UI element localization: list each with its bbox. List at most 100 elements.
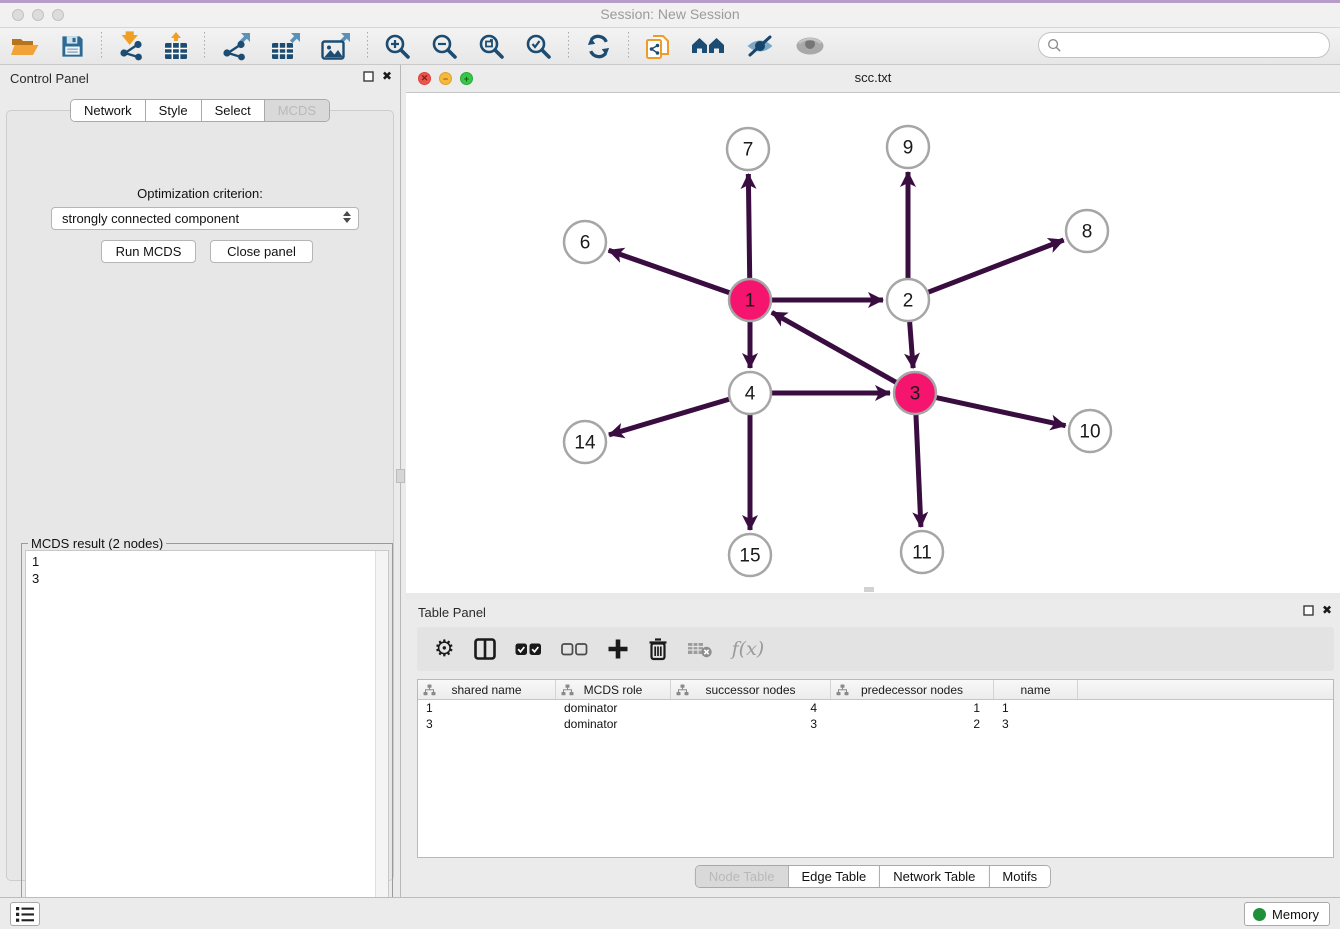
column-header-shared-name[interactable]: shared name [418, 680, 556, 699]
tab-motifs[interactable]: Motifs [988, 866, 1050, 887]
show-all-button[interactable] [785, 31, 835, 61]
table-row[interactable]: 1dominator411 [418, 700, 1333, 716]
column-header-name[interactable]: name [994, 680, 1078, 699]
close-panel-icon[interactable]: ✖ [382, 71, 392, 82]
graph-node-2[interactable]: 2 [887, 279, 929, 321]
column-header-successor-nodes[interactable]: successor nodes [671, 680, 831, 699]
column-type-icon [676, 684, 689, 696]
float-table-panel-icon[interactable] [1303, 605, 1314, 616]
export-network-button[interactable] [211, 31, 261, 61]
memory-button[interactable]: Memory [1244, 902, 1330, 926]
export-table-button[interactable] [261, 31, 311, 61]
tab-network-table[interactable]: Network Table [879, 866, 988, 887]
table-cell[interactable]: 1 [831, 700, 994, 716]
import-table-icon [164, 31, 188, 61]
tab-network[interactable]: Network [71, 100, 145, 121]
first-neighbors-button[interactable] [681, 31, 735, 61]
zoom-selected-button[interactable] [515, 31, 562, 61]
refresh-layout-button[interactable] [575, 31, 622, 61]
tab-select[interactable]: Select [201, 100, 264, 121]
mcds-result-area[interactable]: 13 [25, 550, 389, 917]
import-network-button[interactable] [108, 31, 154, 61]
table-cell[interactable]: 4 [671, 700, 831, 716]
edge-2-3[interactable] [910, 321, 914, 368]
run-mcds-button[interactable]: Run MCDS [101, 240, 196, 263]
function-builder-button[interactable]: f(x) [732, 638, 765, 660]
network-from-selection-icon [645, 32, 671, 60]
table-cell[interactable]: 3 [418, 716, 556, 732]
graph-node-15[interactable]: 15 [729, 534, 771, 576]
export-image-button[interactable] [311, 31, 361, 61]
node-label: 15 [739, 546, 760, 567]
zoom-in-button[interactable] [374, 31, 421, 61]
delete-column-button[interactable] [648, 637, 668, 661]
graph-node-3[interactable]: 3 [894, 372, 936, 414]
table-row[interactable]: 3dominator323 [418, 716, 1333, 732]
toolbar-separator [568, 32, 569, 60]
split-table-button[interactable] [474, 638, 496, 660]
criterion-dropdown[interactable]: strongly connected component [51, 207, 359, 230]
new-network-from-selection-button[interactable] [635, 31, 681, 61]
column-header-MCDS-role[interactable]: MCDS role [556, 680, 671, 699]
edge-3-11[interactable] [916, 414, 921, 527]
graph-node-11[interactable]: 11 [901, 531, 943, 573]
graph-node-10[interactable]: 10 [1069, 410, 1111, 452]
import-table-button[interactable] [154, 31, 198, 61]
select-all-rows-button[interactable] [515, 642, 542, 657]
tab-mcds[interactable]: MCDS [264, 100, 329, 121]
search-icon [1047, 38, 1062, 53]
graph-node-9[interactable]: 9 [887, 126, 929, 168]
open-session-button[interactable] [0, 31, 50, 61]
float-panel-icon[interactable] [363, 71, 374, 82]
graph-node-4[interactable]: 4 [729, 372, 771, 414]
add-column-button[interactable] [607, 638, 629, 660]
export-network-icon [221, 31, 251, 61]
table-settings-button[interactable]: ⚙ [434, 638, 455, 660]
task-history-button[interactable] [10, 902, 40, 926]
result-scrollbar[interactable] [375, 551, 388, 916]
close-table-panel-icon[interactable]: ✖ [1322, 605, 1332, 616]
deselect-all-rows-button[interactable] [561, 642, 588, 657]
delete-table-button[interactable] [687, 640, 713, 658]
close-panel-button[interactable]: Close panel [210, 240, 313, 263]
table-cell[interactable]: 3 [994, 716, 1078, 732]
table-cell[interactable]: dominator [556, 716, 671, 732]
graph-node-8[interactable]: 8 [1066, 210, 1108, 252]
graph-node-6[interactable]: 6 [564, 221, 606, 263]
network-window-titlebar: ✕ − + scc.txt [406, 65, 1340, 93]
zoom-out-button[interactable] [421, 31, 468, 61]
toolbar-separator [628, 32, 629, 60]
edge-3-10[interactable] [936, 397, 1066, 425]
graph-node-1[interactable]: 1 [729, 279, 771, 321]
vertical-splitter-handle[interactable] [396, 469, 405, 483]
column-header-predecessor-nodes[interactable]: predecessor nodes [831, 680, 994, 699]
search-field-container[interactable] [1038, 32, 1330, 58]
save-session-button[interactable] [50, 31, 95, 61]
import-network-icon [118, 31, 144, 61]
tab-node-table[interactable]: Node Table [696, 866, 788, 887]
search-input[interactable] [1062, 38, 1312, 53]
table-cell[interactable]: 2 [831, 716, 994, 732]
table-cell[interactable]: 3 [671, 716, 831, 732]
node-table[interactable]: shared nameMCDS role successor nodes prede… [417, 679, 1334, 858]
edge-4-14[interactable] [609, 399, 730, 435]
edge-2-8[interactable] [928, 240, 1064, 292]
graph-node-14[interactable]: 14 [564, 421, 606, 463]
tab-style[interactable]: Style [145, 100, 201, 121]
graph-node-7[interactable]: 7 [727, 128, 769, 170]
tab-edge-table[interactable]: Edge Table [787, 866, 879, 887]
window-titlebar: Session: New Session [0, 3, 1340, 28]
edge-3-1[interactable] [772, 312, 897, 382]
edge-1-7[interactable] [748, 174, 749, 279]
column-header-label: successor nodes [705, 683, 795, 697]
network-canvas[interactable]: 1 2 3 4 6 7 8 9 10 11 14 15 [406, 93, 1340, 593]
node-label: 11 [912, 543, 932, 564]
canvas-scrollbar-hint[interactable] [864, 587, 874, 592]
edge-1-6[interactable] [609, 250, 731, 293]
network-graph[interactable]: 1 2 3 4 6 7 8 9 10 11 14 15 [406, 93, 1340, 593]
zoom-fit-button[interactable] [468, 31, 515, 61]
hide-selected-button[interactable] [735, 31, 785, 61]
table-cell[interactable]: dominator [556, 700, 671, 716]
table-cell[interactable]: 1 [994, 700, 1078, 716]
table-cell[interactable]: 1 [418, 700, 556, 716]
